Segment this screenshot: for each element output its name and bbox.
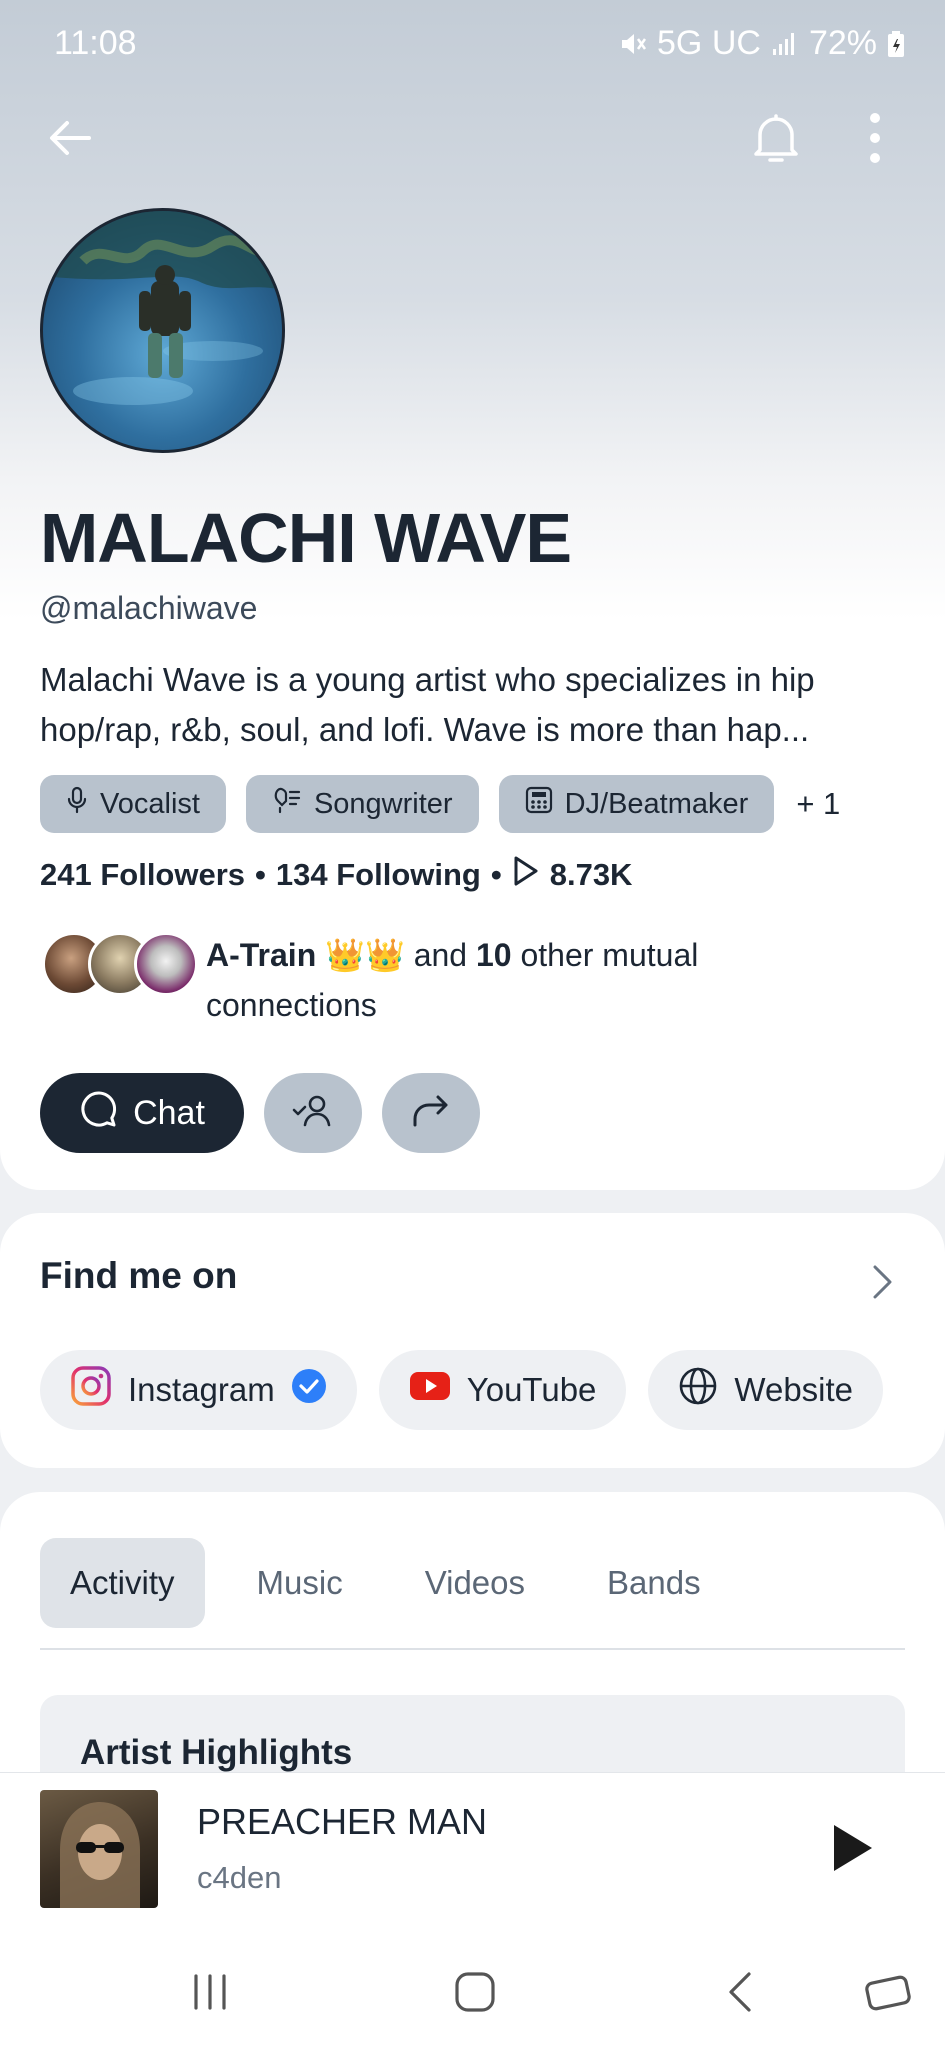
chat-button[interactable]: Chat <box>40 1073 244 1153</box>
rotate-screen-button[interactable] <box>858 1964 918 2024</box>
mutual-connections[interactable]: A-Train 👑👑 and 10 other mutual connectio… <box>40 930 806 1030</box>
role-tags: Vocalist Songwriter DJ/Beatmaker + 1 <box>40 775 840 833</box>
share-arrow-icon <box>411 1093 451 1134</box>
battery-level: 72% <box>808 24 877 62</box>
find-me-card: Find me on Instagram YouTube Website <box>0 1213 945 1468</box>
profile-stats: 241 Followers • 134 Following • 8.73K <box>40 855 632 895</box>
profile-actions: Chat <box>40 1073 480 1153</box>
artist-handle: @malachiwave <box>40 590 258 626</box>
stats-separator: • <box>490 857 502 892</box>
stats-separator: • <box>255 857 266 892</box>
verified-badge-icon <box>291 1368 327 1412</box>
tab-bands[interactable]: Bands <box>577 1538 731 1628</box>
share-button[interactable] <box>382 1073 480 1153</box>
profile-avatar[interactable] <box>40 208 285 453</box>
social-links: Instagram YouTube Website <box>40 1350 884 1430</box>
following-count[interactable]: 134 Following <box>276 857 481 893</box>
website-link[interactable]: Website <box>648 1350 884 1430</box>
notifications-button[interactable] <box>741 105 811 175</box>
artist-name: MALACHI WAVE <box>40 499 572 577</box>
mutual-name[interactable]: A-Train <box>206 937 316 973</box>
globe-icon <box>678 1366 718 1414</box>
content-tabs: Activity Music Videos Bands <box>40 1538 753 1628</box>
system-back-button[interactable] <box>710 1964 770 2024</box>
tab-videos[interactable]: Videos <box>395 1538 555 1628</box>
microphone-icon <box>66 786 88 822</box>
find-me-expand-button[interactable] <box>871 1263 895 1306</box>
more-options-button[interactable] <box>840 105 910 175</box>
mutual-avatars <box>40 930 200 1000</box>
more-vertical-icon <box>868 111 882 170</box>
rotate-icon <box>863 1970 913 2019</box>
user-check-icon <box>292 1093 334 1134</box>
social-label: YouTube <box>466 1371 597 1408</box>
instagram-link[interactable]: Instagram <box>40 1350 357 1430</box>
songwriter-icon <box>272 786 302 822</box>
play-icon <box>820 1825 880 1882</box>
tab-music[interactable]: Music <box>227 1538 373 1628</box>
mute-icon <box>617 29 647 59</box>
network-label: 5G UC <box>657 24 761 62</box>
crown-emoji: 👑👑 <box>325 937 405 973</box>
mutual-count: 10 <box>475 937 512 973</box>
signal-icon <box>771 31 799 57</box>
system-navigation-bar <box>0 1929 945 2048</box>
chat-label: Chat <box>133 1093 205 1132</box>
status-time: 11:08 <box>54 24 137 62</box>
track-artist: c4den <box>197 1860 282 1895</box>
chevron-right-icon <box>871 1265 895 1305</box>
tab-divider <box>40 1648 905 1650</box>
followers-count[interactable]: 241 Followers <box>40 857 245 893</box>
plays-count: 8.73K <box>549 857 633 892</box>
find-me-title: Find me on <box>40 1255 238 1296</box>
bell-icon <box>750 110 802 171</box>
chat-bubble-icon <box>79 1089 119 1138</box>
beatmaker-icon <box>525 786 553 822</box>
tag-label: DJ/Beatmaker <box>564 787 749 820</box>
youtube-link[interactable]: YouTube <box>378 1350 627 1430</box>
home-icon <box>453 1970 497 2019</box>
instagram-icon <box>70 1365 112 1415</box>
arrow-left-icon <box>45 113 95 168</box>
recent-apps-button[interactable] <box>180 1964 240 2024</box>
tag-label: Vocalist <box>100 787 200 820</box>
tag-label: Songwriter <box>313 787 453 820</box>
social-label: Instagram <box>128 1371 275 1408</box>
more-tags-button[interactable]: + 1 <box>796 786 840 822</box>
track-title: PREACHER MAN <box>197 1801 488 1842</box>
back-button[interactable] <box>35 105 105 175</box>
mini-player[interactable]: PREACHER MAN c4den <box>0 1772 945 1929</box>
mutual-avatar <box>134 932 198 996</box>
tag-dj-beatmaker[interactable]: DJ/Beatmaker <box>498 775 775 833</box>
tag-songwriter[interactable]: Songwriter <box>245 775 479 833</box>
recents-icon <box>188 1972 232 2017</box>
home-button[interactable] <box>445 1964 505 2024</box>
track-artwork <box>40 1790 158 1908</box>
youtube-icon <box>409 1371 451 1409</box>
following-button[interactable] <box>264 1073 362 1153</box>
battery-icon <box>887 30 905 58</box>
play-button[interactable] <box>820 1818 880 1878</box>
social-label: Website <box>734 1371 854 1408</box>
status-bar: 11:08 5G UC 72% <box>0 0 945 90</box>
mutual-and: and <box>413 937 468 973</box>
artist-highlights-title: Artist Highlights <box>80 1733 353 1772</box>
chevron-left-icon <box>725 1970 755 2019</box>
tab-activity[interactable]: Activity <box>40 1538 205 1628</box>
play-outline-icon <box>512 855 540 895</box>
tag-vocalist[interactable]: Vocalist <box>40 775 226 833</box>
artist-bio[interactable]: Malachi Wave is a young artist who speci… <box>40 655 910 755</box>
